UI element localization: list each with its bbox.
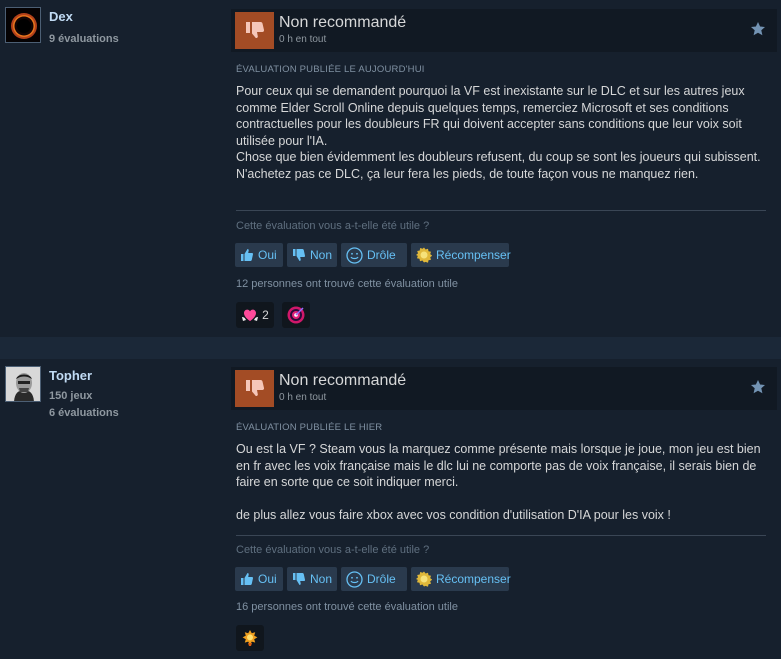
thumbs-down-badge [235,12,274,49]
thumbs-down-icon [245,379,264,396]
posted-date: Évaluation publiée le aujourd'hui [236,64,425,75]
award-medal-icon [416,571,432,587]
review-text: Pour ceux qui se demandent pourquoi la V… [236,83,770,182]
award-badge[interactable] [282,302,310,328]
golden-burst-award-icon [242,630,258,646]
author-avatar[interactable] [5,7,41,43]
review-text: Ou est la VF ? Steam vous la marquez com… [236,441,770,524]
smiley-icon [346,570,363,588]
review-verdict: Non recommandé [279,14,407,31]
vote-funny-label: Drôle [367,248,396,262]
playtime-hours: 0 h en tout [279,34,327,45]
vote-yes-label: Oui [258,572,277,586]
vote-yes-label: Oui [258,248,277,262]
divider [236,210,766,211]
masked-face-avatar-icon [6,367,40,401]
award-label: Récompenser [436,572,511,586]
award-label: Récompenser [436,248,511,262]
thumbs-down-badge [235,370,274,407]
thumbs-down-small-icon [293,573,306,585]
award-button[interactable]: Récompenser [411,243,511,267]
vote-header[interactable]: Non recommandé 0 h en tout [231,9,777,52]
vote-funny-button[interactable]: Drôle [341,243,407,267]
vote-no-label: Non [310,248,333,262]
favorite-star-button[interactable] [749,20,767,38]
vote-no-label: Non [310,572,333,586]
review-paragraph [236,491,770,508]
vote-yes-button[interactable]: Oui [235,243,283,267]
helpful-count: 16 personnes ont trouvé cette évaluation… [236,601,458,613]
review-paragraph: Ou est la VF ? Steam vous la marquez com… [236,442,761,489]
posted-date: Évaluation publiée le hier [236,422,383,433]
thumbs-up-icon [241,573,254,585]
author-name[interactable]: Topher [49,368,92,383]
author-avatar[interactable] [5,366,41,402]
star-icon [751,22,765,36]
thumbs-up-icon [241,249,254,261]
review-card: Dex 9 évaluations Non recommandé 0 h en … [0,0,781,337]
review-verdict: Non recommandé [279,372,407,389]
review-separator [0,337,781,359]
dark-planet-avatar-icon [6,8,40,42]
helpful-question: Cette évaluation vous a-t-elle été utile… [236,544,430,556]
helpful-count: 12 personnes ont trouvé cette évaluation… [236,278,458,290]
vote-header[interactable]: Non recommandé 0 h en tout [231,367,777,410]
review-paragraph: N'achetez pas ce DLC, ça leur fera les p… [236,166,699,181]
author-review-count[interactable]: 9 évaluations [49,33,119,45]
review-paragraph: Chose que bien évidemment les doubleurs … [236,150,761,164]
author-review-count[interactable]: 6 évaluations [49,407,119,419]
playtime-hours: 0 h en tout [279,392,327,403]
review-card: Topher 150 jeux 6 évaluations Non recomm… [0,359,781,659]
divider [236,535,766,536]
vote-no-button[interactable]: Non [287,243,337,267]
award-badge[interactable]: 2 [236,302,274,328]
smiley-icon [346,246,363,264]
star-icon [751,380,765,394]
review-paragraph: Pour ceux qui se demandent pourquoi la V… [236,84,745,148]
heart-hands-award-icon [242,309,259,321]
award-medal-icon [416,247,432,263]
award-count: 2 [262,308,269,322]
thumbs-down-icon [245,21,264,38]
helpful-question: Cette évaluation vous a-t-elle été utile… [236,220,430,232]
thumbs-down-small-icon [293,249,306,261]
author-name[interactable]: Dex [49,9,73,24]
favorite-star-button[interactable] [749,378,767,396]
award-badge[interactable] [236,625,264,651]
vote-funny-label: Drôle [367,572,396,586]
vote-no-button[interactable]: Non [287,567,337,591]
author-products-owned[interactable]: 150 jeux [49,390,92,402]
vote-funny-button[interactable]: Drôle [341,567,407,591]
award-button[interactable]: Récompenser [411,567,511,591]
vote-yes-button[interactable]: Oui [235,567,283,591]
bullseye-award-icon [287,306,305,324]
review-paragraph: de plus allez vous faire xbox avec vos c… [236,508,671,522]
review-list: Dex 9 évaluations Non recommandé 0 h en … [0,0,781,659]
